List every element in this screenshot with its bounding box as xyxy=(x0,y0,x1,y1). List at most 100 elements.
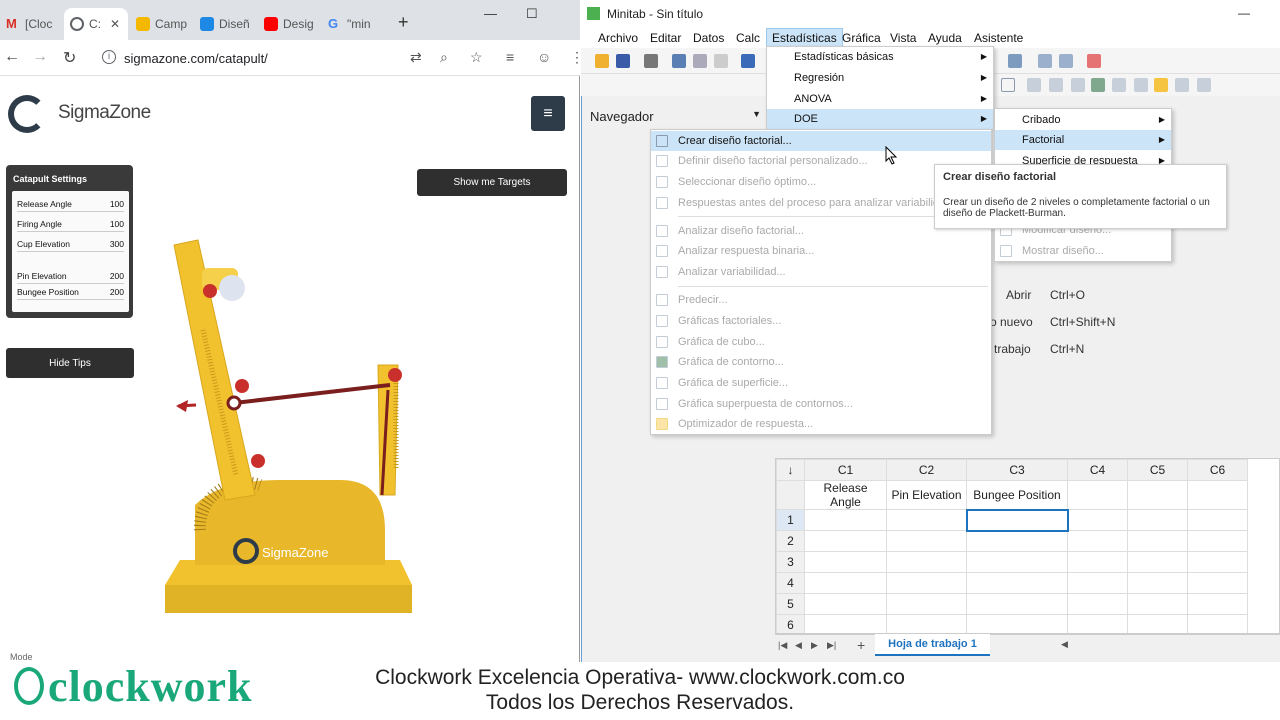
corner-cell[interactable]: ↓ xyxy=(776,459,805,481)
print-icon[interactable] xyxy=(644,54,658,68)
release-pin[interactable] xyxy=(226,395,242,411)
menu-item-doe[interactable]: DOE ▶ xyxy=(767,109,993,129)
cube-plot-icon[interactable] xyxy=(1071,78,1085,92)
graph-icon[interactable] xyxy=(1038,54,1052,68)
row-header[interactable]: 6 xyxy=(776,614,805,633)
menu-item-optimizador[interactable]: Optimizador de respuesta... xyxy=(651,414,991,434)
factorial-design-icon[interactable] xyxy=(1001,78,1015,92)
data-cell[interactable] xyxy=(1067,551,1128,573)
menu-datos[interactable]: Datos xyxy=(688,28,729,48)
column-header-c2[interactable]: C2 xyxy=(886,459,967,481)
back-icon[interactable]: ← xyxy=(4,48,20,66)
surface-plot-icon[interactable] xyxy=(1112,78,1126,92)
data-cell[interactable] xyxy=(966,593,1068,615)
menu-item-anova[interactable]: ANOVA ▶ xyxy=(767,89,993,109)
scroll-left-icon[interactable]: ◀ xyxy=(1061,639,1068,650)
menu-item-predecir[interactable]: Predecir... xyxy=(651,290,991,310)
menu-item-mostrar-diseno[interactable]: Mostrar diseño... xyxy=(995,241,1171,261)
copy-icon[interactable] xyxy=(693,54,707,68)
data-cell[interactable] xyxy=(1187,614,1248,633)
new-tab-icon[interactable]: + xyxy=(398,12,409,33)
menu-ayuda[interactable]: Ayuda xyxy=(923,28,967,48)
minimize-icon[interactable]: — xyxy=(1238,6,1250,20)
stats-icon[interactable] xyxy=(1008,54,1022,68)
worksheet-grid[interactable]: ↓ C1 C2 C3 C4 C5 C6 Release Angle Pin El… xyxy=(775,458,1280,634)
hamburger-menu-button[interactable]: ≡ xyxy=(531,96,565,131)
extension-icon[interactable]: ☺ xyxy=(537,49,551,65)
column-name-cell[interactable] xyxy=(1187,480,1248,510)
open-folder-icon[interactable] xyxy=(595,54,609,68)
bookmark-star-icon[interactable]: ☆ xyxy=(470,49,483,66)
row-header[interactable]: 2 xyxy=(776,530,805,552)
column-name-cell[interactable]: Pin Elevation xyxy=(886,480,967,510)
data-cell[interactable] xyxy=(886,509,967,531)
paste-icon[interactable] xyxy=(714,54,728,68)
hide-tips-button[interactable]: Hide Tips xyxy=(6,348,134,378)
row-header[interactable]: 5 xyxy=(776,593,805,615)
zoom-icon[interactable]: ⌕ xyxy=(440,49,448,66)
data-cell[interactable] xyxy=(966,614,1068,633)
data-cell[interactable] xyxy=(804,551,887,573)
data-cell[interactable] xyxy=(1127,509,1188,531)
menu-grafica[interactable]: Gráfica xyxy=(837,28,886,48)
data-cell[interactable] xyxy=(1187,530,1248,552)
data-cell[interactable] xyxy=(1187,593,1248,615)
data-cell[interactable] xyxy=(1067,572,1128,594)
tip-marker-release[interactable] xyxy=(203,284,217,298)
data-cell[interactable] xyxy=(1127,572,1188,594)
column-header-c5[interactable]: C5 xyxy=(1127,459,1188,481)
eraser-icon[interactable] xyxy=(1087,54,1101,68)
tip-marker-post[interactable] xyxy=(388,368,402,382)
translate-icon[interactable]: ⇄ xyxy=(410,49,422,66)
catapult-illustration[interactable]: SigmaZone xyxy=(160,230,430,620)
menu-vista[interactable]: Vista xyxy=(885,28,921,48)
data-cell[interactable] xyxy=(966,551,1068,573)
save-icon[interactable] xyxy=(616,54,630,68)
address-bar[interactable]: i sigmazone.com/catapult/ xyxy=(94,44,394,72)
data-cell[interactable] xyxy=(1067,614,1128,633)
data-cell[interactable] xyxy=(886,530,967,552)
data-cell[interactable] xyxy=(966,572,1068,594)
data-cell[interactable] xyxy=(1187,509,1248,531)
worksheet-tab[interactable]: Hoja de trabajo 1 xyxy=(875,634,990,656)
menu-item-regresion[interactable]: Regresión ▶ xyxy=(767,68,993,88)
prev-sheet-icon[interactable]: ◀ xyxy=(795,640,802,651)
tip-marker-bungee[interactable] xyxy=(235,379,249,393)
maximize-icon[interactable]: ☐ xyxy=(526,6,538,22)
close-tab-icon[interactable]: ✕ xyxy=(110,17,120,31)
column-name-cell[interactable]: Release Angle xyxy=(804,480,887,510)
data-cell[interactable] xyxy=(886,551,967,573)
data-cell[interactable] xyxy=(1127,551,1188,573)
browser-tab[interactable]: Desig xyxy=(258,8,320,40)
factorial-plots-icon[interactable] xyxy=(1049,78,1063,92)
column-header-c6[interactable]: C6 xyxy=(1187,459,1248,481)
column-header-c1[interactable]: C1 xyxy=(804,459,887,481)
graph-edit-icon[interactable] xyxy=(1059,54,1073,68)
browser-tab[interactable]: Diseñ xyxy=(194,8,256,40)
menu-item-factorial[interactable]: Factorial ▶ xyxy=(995,130,1171,150)
data-cell[interactable] xyxy=(804,530,887,552)
tip-marker-pin[interactable] xyxy=(251,454,265,468)
row-header[interactable]: 1 xyxy=(776,509,805,531)
menu-calc[interactable]: Calc xyxy=(731,28,765,48)
optimizer-icon[interactable] xyxy=(1154,78,1168,92)
data-cell[interactable] xyxy=(1187,551,1248,573)
info-icon[interactable]: i xyxy=(102,50,116,64)
row-header[interactable]: 3 xyxy=(776,551,805,573)
modify-design-icon[interactable] xyxy=(1175,78,1189,92)
predict-icon[interactable] xyxy=(1027,78,1041,92)
column-name-cell[interactable] xyxy=(1067,480,1128,510)
minimize-icon[interactable]: — xyxy=(484,6,497,21)
column-header-c3[interactable]: C3 xyxy=(966,459,1068,481)
browser-tab[interactable]: M [Cloc xyxy=(0,8,62,40)
active-cell[interactable] xyxy=(965,508,1069,532)
first-sheet-icon[interactable]: |◀ xyxy=(778,640,787,651)
data-cell[interactable] xyxy=(804,593,887,615)
data-cell[interactable] xyxy=(1067,593,1128,615)
row-header[interactable]: 4 xyxy=(776,572,805,594)
data-cell[interactable] xyxy=(1067,530,1128,552)
data-cell[interactable] xyxy=(1127,593,1188,615)
contour-plot-icon[interactable] xyxy=(1091,78,1105,92)
data-cell[interactable] xyxy=(1067,509,1128,531)
browser-tab[interactable]: G "min xyxy=(322,8,384,40)
